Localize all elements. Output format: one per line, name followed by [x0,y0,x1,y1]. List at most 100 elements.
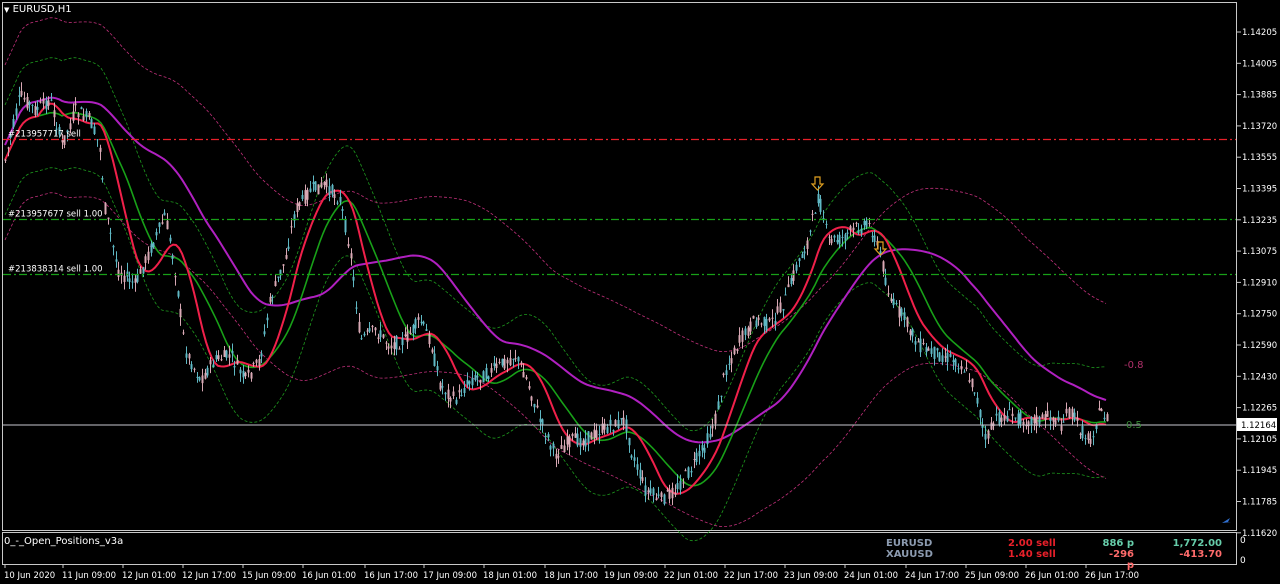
candle-body [657,494,660,496]
candle-body [271,296,274,298]
candle-body [171,255,174,259]
candle-body [360,338,363,340]
time-tick-label: 12 Jun 01:00 [122,571,176,581]
candle-body [1011,413,1014,417]
price-axis[interactable]: 1.14205 1.14005 1.13885 1.13720 1.13555 1.133… [1237,28,1277,539]
moving-average-fast [4,102,1107,495]
candle-body [663,494,666,505]
candle-body [463,388,466,393]
candle-body [752,315,755,319]
time-tick-label: 23 Jun 09:00 [784,571,838,581]
price-tick-label: 1.11785 [1242,498,1277,508]
candle-body [855,222,858,224]
candle-body [660,492,663,498]
chart-title[interactable]: ▼ EURUSD,H1 [4,4,72,15]
candle-body [393,342,396,349]
candle-body [911,328,914,337]
order-lines-layer[interactable]: #213957717 sell #213957677 sell 1.00 #2138… [3,130,1236,276]
candle-body [892,298,895,306]
moving-average-mid [4,111,1106,487]
candle-body [1030,417,1033,425]
candle-body [539,418,542,423]
bollinger-lower-band [4,167,1106,542]
candle-body [163,212,166,216]
candle-body [900,308,903,316]
candle-body [736,349,739,352]
candle-body [787,284,790,288]
candle-body [652,488,655,496]
price-tick-label: 1.13555 [1242,153,1277,163]
time-tick-label: 26 Jun 17:00 [1085,571,1139,581]
candle-body [779,302,782,313]
candle-body [925,347,928,353]
candle-body [309,188,312,192]
chart-shift-icon[interactable] [1222,518,1231,523]
candle-body [784,294,787,296]
candle-body [963,371,966,373]
candle-body [914,341,917,345]
candle-body [717,401,720,410]
candle-body [946,352,949,363]
candle-body [944,356,947,358]
candle-body [123,275,126,282]
candle-body [747,327,750,336]
candle-body [258,358,261,367]
candle-body [630,455,633,458]
candle-body [109,232,112,234]
candle-body [795,264,798,271]
candle-body [85,111,88,118]
candle-body [144,256,147,263]
candle-body [598,434,601,436]
current-price-label: 1.12164 [1241,421,1276,431]
candle-body [755,320,758,327]
candle-body [973,392,976,394]
candle-body [971,378,974,388]
candle-body [169,237,172,242]
candle-body [312,182,315,184]
candle-body [917,341,920,343]
time-tick-label: 15 Jun 09:00 [242,571,296,581]
candle-body [495,363,498,369]
candle-body [333,194,336,199]
candle-body [628,437,631,446]
price-chart[interactable]: #213957717 sell #213957677 sell 1.00 #2138… [0,0,1280,584]
time-tick-label: 22 Jun 01:00 [664,571,718,581]
candle-body [695,452,698,462]
positions-profit-column: 1,772.00 -413.70 [1170,538,1222,560]
candle-body [460,394,463,396]
candle-body [574,433,577,438]
candle-body [336,202,339,204]
candle-body [350,253,353,259]
candle-body [949,354,952,357]
candle-body [252,362,255,364]
triangle-down-icon[interactable]: ▼ [4,6,9,14]
candle-body [206,367,209,376]
positions-points-column: 886 p -296 p [1100,538,1134,571]
candle-body [841,236,844,238]
candle-body [1046,410,1049,417]
candle-body [641,477,644,481]
candle-body [1079,433,1082,435]
candle-body [763,317,766,326]
candle-body [1098,408,1101,411]
candle-body [390,345,393,349]
time-axis[interactable]: 10 Jun 2020 11 Jun 09:00 12 Jun 01:00 12 Ju… [4,564,1139,581]
candle-body [128,278,131,283]
candle-body [765,318,768,331]
position-points: 886 p [1102,538,1134,549]
candle-body [455,399,458,404]
candle-body [306,189,309,200]
candle-body [7,147,10,149]
candle-body [420,321,423,323]
candle-body [136,274,139,282]
candle-body [906,317,909,327]
candle-body [666,490,669,492]
candle-body [749,321,752,332]
candle-body [1106,414,1109,422]
candle-body [774,320,777,325]
price-tick-label: 1.13885 [1242,91,1277,101]
candle-body [649,488,652,494]
candle-body [1019,411,1022,424]
candle-body [431,349,434,353]
candle-body [954,359,957,366]
